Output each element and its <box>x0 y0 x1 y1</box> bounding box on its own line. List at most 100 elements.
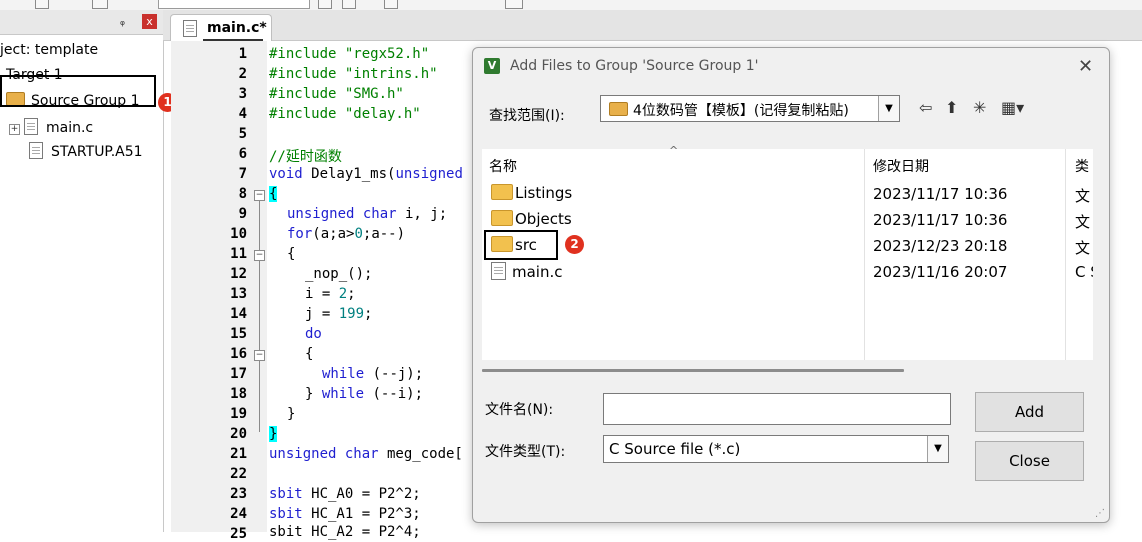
toolbar-button[interactable] <box>342 0 356 9</box>
column-header-type[interactable]: 类 <box>1075 156 1089 176</box>
new-folder-icon[interactable]: ✳ <box>973 98 986 117</box>
line-number: 25 <box>230 526 247 542</box>
file-type-select[interactable]: C Source file (*.c) ▼ <box>603 435 949 463</box>
close-button[interactable]: Close <box>975 441 1084 481</box>
fold-toggle-icon[interactable]: − <box>254 250 265 261</box>
line-number: 11 <box>230 246 247 262</box>
line-number: 15 <box>230 326 247 342</box>
line-number: 21 <box>230 446 247 462</box>
folder-icon <box>491 210 513 226</box>
column-header-name[interactable]: 名称 <box>489 156 517 176</box>
column-header-date[interactable]: 修改日期 <box>873 156 929 176</box>
sort-caret-icon: ^ <box>669 144 679 157</box>
line-number: 8 <box>238 186 247 202</box>
code-line: unsigned char meg_code[ <box>269 446 463 462</box>
line-number: 4 <box>238 106 247 122</box>
file-node-startup[interactable]: STARTUP.A51 <box>29 142 143 160</box>
fold-toggle-icon[interactable]: − <box>254 350 265 361</box>
horizontal-scrollbar[interactable] <box>482 369 904 372</box>
code-line: #include "SMG.h" <box>269 86 404 102</box>
code-line: j = 199; <box>305 306 373 322</box>
file-node-main-c[interactable]: + main.c <box>9 118 93 136</box>
toolbar-button[interactable] <box>505 0 523 9</box>
line-number: 24 <box>230 506 247 522</box>
code-line: sbit HC_A2 = P2^4; <box>269 524 421 540</box>
file-type-label: 文件类型(T): <box>485 444 566 460</box>
list-item-date: 2023/11/17 10:36 <box>873 211 1008 229</box>
column-divider[interactable] <box>864 149 865 360</box>
file-name-input[interactable] <box>603 393 951 425</box>
list-item-type: 文 <box>1075 187 1091 205</box>
line-number: 14 <box>230 306 247 322</box>
code-line: } while (--i); <box>305 386 424 402</box>
file-label: STARTUP.A51 <box>51 144 143 160</box>
look-in-select[interactable]: 4位数码管【模板】(记得复制粘贴) ▼ <box>600 95 900 122</box>
line-number: 16 <box>230 346 247 362</box>
list-item-type: 文 <box>1075 213 1091 231</box>
add-files-dialog: V Add Files to Group 'Source Group 1' ✕ … <box>472 47 1110 523</box>
code-line: unsigned char i, j; <box>287 206 448 222</box>
view-menu-icon[interactable]: ▦▾ <box>1001 98 1024 117</box>
line-number: 23 <box>230 486 247 502</box>
file-name-label: 文件名(N): <box>485 402 554 418</box>
close-icon[interactable]: ✕ <box>1078 56 1093 77</box>
line-number: 5 <box>238 126 247 142</box>
file-label: main.c <box>46 120 94 136</box>
line-number: 3 <box>238 86 247 102</box>
file-icon <box>183 20 197 37</box>
code-line: sbit HC_A0 = P2^2; <box>269 486 421 502</box>
tab-main-c[interactable]: main.c* <box>170 14 272 41</box>
chevron-down-icon[interactable]: ▼ <box>927 436 948 462</box>
line-number: 18 <box>230 386 247 402</box>
chevron-down-icon[interactable]: ▼ <box>878 96 899 121</box>
toolbar-button[interactable] <box>318 0 332 9</box>
code-line: { <box>287 246 296 262</box>
app-icon: V <box>484 58 500 74</box>
code-line: //延时函数 <box>269 149 342 165</box>
dialog-title: Add Files to Group 'Source Group 1' <box>510 58 759 74</box>
code-line: { <box>305 346 314 362</box>
code-line: } <box>269 426 278 442</box>
target-select[interactable] <box>158 0 310 9</box>
resize-grip-icon[interactable]: ⋰ <box>1095 508 1105 519</box>
column-divider[interactable] <box>1065 149 1066 360</box>
toolbar-button[interactable] <box>92 0 108 9</box>
code-line: do <box>305 326 322 342</box>
editor-tab-bar: main.c* <box>163 10 1142 41</box>
expand-icon[interactable]: + <box>9 124 20 135</box>
line-number: 12 <box>230 266 247 282</box>
line-number: 22 <box>230 466 247 482</box>
toolbar-button[interactable] <box>384 0 398 9</box>
tab-label: main.c* <box>207 20 267 36</box>
code-line: #include "regx52.h" <box>269 46 430 62</box>
list-item-main-c[interactable]: main.c <box>491 262 563 281</box>
folder-icon <box>609 102 628 116</box>
toolbar-button[interactable] <box>35 0 49 9</box>
back-arrow-icon[interactable]: ⇦ <box>919 98 932 117</box>
line-number: 10 <box>230 226 247 242</box>
line-number: 19 <box>230 406 247 422</box>
list-item-objects[interactable]: Objects <box>491 210 572 228</box>
project-root-label[interactable]: ject: template <box>0 42 98 58</box>
fold-guide <box>259 201 260 432</box>
list-item-listings[interactable]: Listings <box>491 184 572 202</box>
code-line: while (--j); <box>322 366 424 382</box>
list-item-date: 2023/12/23 20:18 <box>873 237 1008 255</box>
code-line: #include "delay.h" <box>269 106 421 122</box>
list-item-type: 文 <box>1075 239 1091 257</box>
close-icon[interactable]: x <box>142 14 157 29</box>
highlight-box-src <box>484 230 558 260</box>
list-item-date: 2023/11/16 20:07 <box>873 263 1008 281</box>
line-number: 6 <box>238 146 247 162</box>
up-folder-icon[interactable]: ⬆ <box>945 98 958 117</box>
code-line: for(a;a>0;a--) <box>287 226 406 242</box>
code-line: _nop_(); <box>305 266 373 282</box>
fold-toggle-icon[interactable]: − <box>254 190 265 201</box>
line-number: 20 <box>230 426 247 442</box>
add-button[interactable]: Add <box>975 392 1084 432</box>
line-number: 13 <box>230 286 247 302</box>
code-line: } <box>287 406 296 422</box>
pin-icon[interactable]: ᵩ <box>120 14 125 28</box>
line-number: 2 <box>238 66 247 82</box>
c-file-icon <box>491 262 506 280</box>
